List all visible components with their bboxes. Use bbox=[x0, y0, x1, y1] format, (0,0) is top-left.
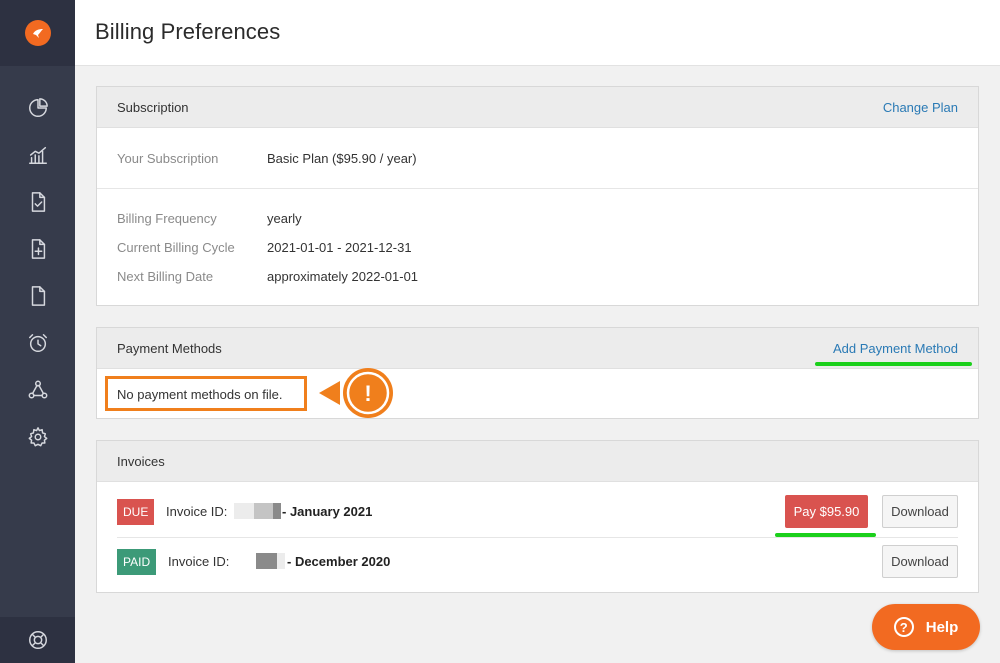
sidebar bbox=[0, 0, 75, 663]
bird-logo-icon[interactable] bbox=[24, 20, 51, 46]
status-badge: PAID bbox=[117, 549, 157, 575]
nav-documents[interactable] bbox=[0, 281, 75, 311]
invoice-id-label: Invoice ID: bbox=[168, 554, 230, 569]
change-plan-link[interactable]: Change Plan bbox=[883, 100, 958, 115]
status-badge: DUE bbox=[117, 499, 155, 525]
divider bbox=[117, 537, 958, 538]
no-payment-methods-text: No payment methods on file. bbox=[117, 387, 283, 402]
page-title: Billing Preferences bbox=[95, 19, 281, 44]
support-button[interactable] bbox=[0, 617, 75, 663]
nav-dashboard[interactable] bbox=[0, 93, 75, 123]
current-cycle-value: 2021-01-01 - 2021-12-31 bbox=[267, 240, 412, 255]
bar-chart-icon bbox=[28, 146, 47, 164]
logo-area bbox=[0, 0, 75, 66]
document-icon bbox=[31, 286, 45, 306]
nav-integrations[interactable] bbox=[0, 375, 75, 405]
redacted-id bbox=[254, 503, 273, 519]
redacted-id bbox=[273, 503, 281, 519]
highlight-underline bbox=[815, 362, 972, 366]
callout-symbol: ! bbox=[364, 381, 371, 406]
download-button[interactable]: Download bbox=[882, 545, 958, 578]
subscription-title: Subscription bbox=[117, 100, 189, 115]
billing-frequency-value: yearly bbox=[267, 211, 302, 226]
nav-reminders[interactable] bbox=[0, 328, 75, 358]
invoice-period: - December 2020 bbox=[287, 554, 391, 569]
current-cycle-label: Current Billing Cycle bbox=[117, 240, 235, 255]
next-date-label: Next Billing Date bbox=[117, 269, 214, 284]
pay-button[interactable]: Pay $95.90 bbox=[785, 495, 868, 528]
question-icon: ? bbox=[893, 617, 914, 637]
invoices-title: Invoices bbox=[117, 454, 165, 469]
nav-new-document[interactable] bbox=[0, 234, 75, 264]
add-payment-method-link[interactable]: Add Payment Method bbox=[833, 341, 958, 356]
download-button[interactable]: Download bbox=[882, 495, 958, 528]
no-payment-methods-box: No payment methods on file. bbox=[105, 376, 307, 411]
network-icon bbox=[28, 380, 47, 399]
invoice-id-label: Invoice ID: bbox=[166, 504, 228, 519]
redacted-id bbox=[256, 553, 277, 569]
invoices-header: Invoices bbox=[97, 441, 978, 482]
nav-approvals[interactable] bbox=[0, 187, 75, 217]
warning-callout-icon: ! bbox=[319, 368, 393, 418]
your-subscription-value: Basic Plan ($95.90 / year) bbox=[267, 151, 417, 166]
billing-frequency-label: Billing Frequency bbox=[117, 211, 217, 226]
payment-methods-title: Payment Methods bbox=[117, 341, 222, 356]
subscription-header: Subscription Change Plan bbox=[97, 87, 978, 128]
redacted-id bbox=[234, 503, 254, 519]
nav-settings[interactable] bbox=[0, 422, 75, 452]
invoice-period: - January 2021 bbox=[282, 504, 373, 519]
highlight-underline bbox=[775, 533, 876, 537]
divider bbox=[97, 188, 978, 189]
alarm-clock-icon bbox=[28, 334, 47, 352]
redacted-id bbox=[277, 553, 285, 569]
help-button[interactable]: ? Help bbox=[872, 604, 980, 650]
pie-chart-icon bbox=[28, 98, 48, 117]
gear-icon bbox=[28, 427, 47, 447]
nav-reports[interactable] bbox=[0, 140, 75, 170]
document-check-icon bbox=[31, 192, 45, 212]
help-label: Help bbox=[925, 618, 959, 636]
top-bar: Billing Preferences bbox=[75, 0, 1000, 66]
subscription-panel: Subscription Change Plan Your Subscripti… bbox=[96, 86, 979, 306]
lifebuoy-icon bbox=[28, 631, 47, 649]
document-add-icon bbox=[31, 239, 45, 259]
next-date-value: approximately 2022-01-01 bbox=[267, 269, 419, 284]
your-subscription-label: Your Subscription bbox=[117, 151, 219, 166]
